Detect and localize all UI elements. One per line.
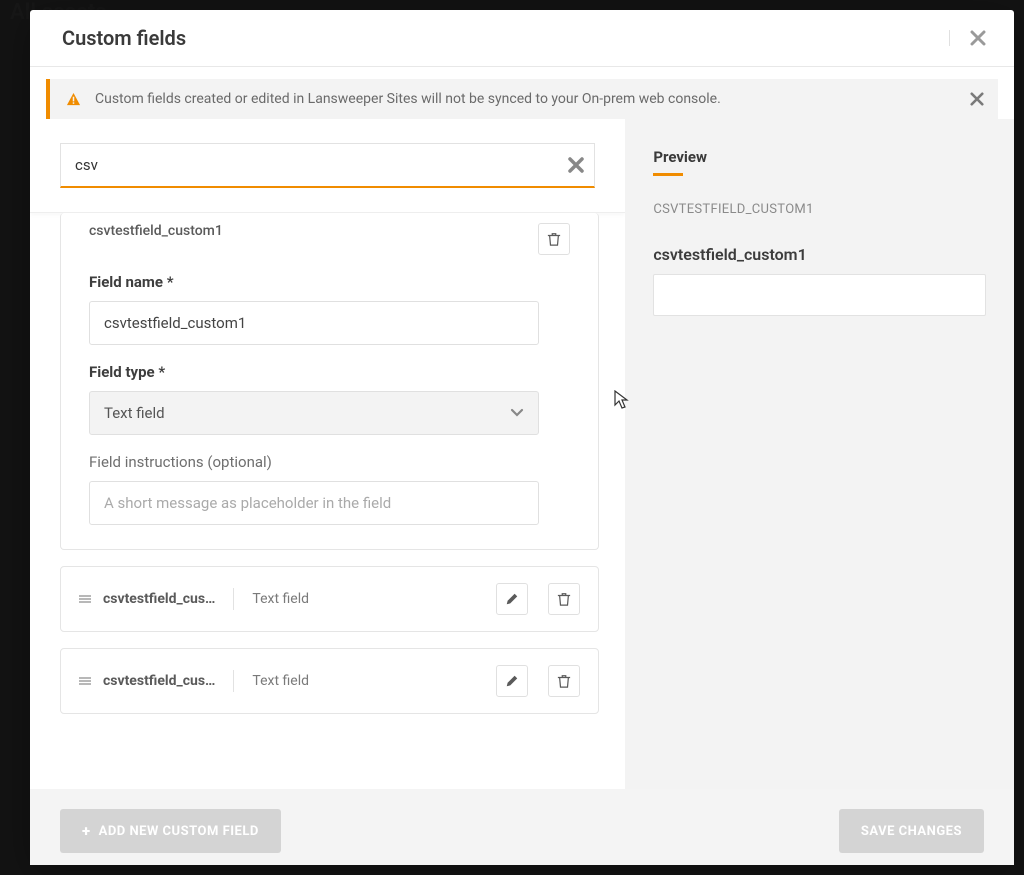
preview-uppercase-name: CSVTESTFIELD_CUSTOM1 (653, 202, 986, 217)
search-input[interactable] (61, 144, 594, 186)
add-custom-field-button[interactable]: +ADD NEW CUSTOM FIELD (60, 809, 281, 853)
save-changes-button[interactable]: SAVE CHANGES (839, 809, 984, 853)
field-type-select[interactable]: Text field (89, 391, 539, 435)
preview-panel: Preview CSVTESTFIELD_CUSTOM1 csvtestfiel… (625, 119, 1014, 789)
divider (233, 588, 234, 610)
delete-field-button[interactable] (548, 665, 580, 697)
chevron-down-icon (510, 408, 524, 418)
preview-title: Preview (653, 148, 707, 174)
field-type-value: Text field (104, 404, 165, 422)
divider (233, 670, 234, 692)
field-name-label: Field name * (89, 273, 570, 291)
delete-field-button[interactable] (538, 223, 570, 255)
field-instructions-input[interactable] (89, 481, 539, 525)
edit-field-button[interactable] (496, 583, 528, 615)
plus-icon: + (82, 822, 91, 840)
field-item-type: Text field (252, 673, 484, 689)
custom-fields-modal: Custom fields Custom fields created or e… (30, 10, 1014, 865)
field-type-label: Field type * (89, 363, 570, 381)
modal-footer: +ADD NEW CUSTOM FIELD SAVE CHANGES (30, 789, 1014, 865)
sync-warning-alert: Custom fields created or edited in Lansw… (46, 79, 998, 119)
preview-field-name: csvtestfield_custom1 (653, 245, 986, 264)
field-editor-card: csvtestfield_custom1 Field name * Field … (60, 213, 599, 550)
search-container (30, 119, 625, 213)
field-item-name: csvtestfield_cus… (103, 591, 215, 607)
modal-header: Custom fields (30, 10, 1014, 67)
field-editor-heading: csvtestfield_custom1 (89, 223, 223, 239)
field-list-item: csvtestfield_cus… Text field (60, 566, 599, 632)
modal-footer (30, 757, 625, 789)
field-name-input[interactable] (89, 301, 539, 345)
field-list-item: csvtestfield_cus… Text field (60, 648, 599, 714)
alert-close-icon[interactable] (970, 92, 984, 106)
field-item-name: csvtestfield_cus… (103, 673, 215, 689)
field-instructions-label: Field instructions (optional) (89, 453, 570, 471)
modal-title: Custom fields (62, 26, 186, 50)
clear-search-icon[interactable] (568, 157, 584, 173)
close-icon[interactable] (949, 30, 986, 46)
warning-icon (66, 92, 81, 107)
drag-handle-icon[interactable] (79, 675, 91, 687)
field-item-type: Text field (252, 591, 484, 607)
alert-text: Custom fields created or edited in Lansw… (95, 91, 721, 107)
delete-field-button[interactable] (548, 583, 580, 615)
edit-field-button[interactable] (496, 665, 528, 697)
drag-handle-icon[interactable] (79, 593, 91, 605)
preview-field-input[interactable] (653, 274, 986, 316)
